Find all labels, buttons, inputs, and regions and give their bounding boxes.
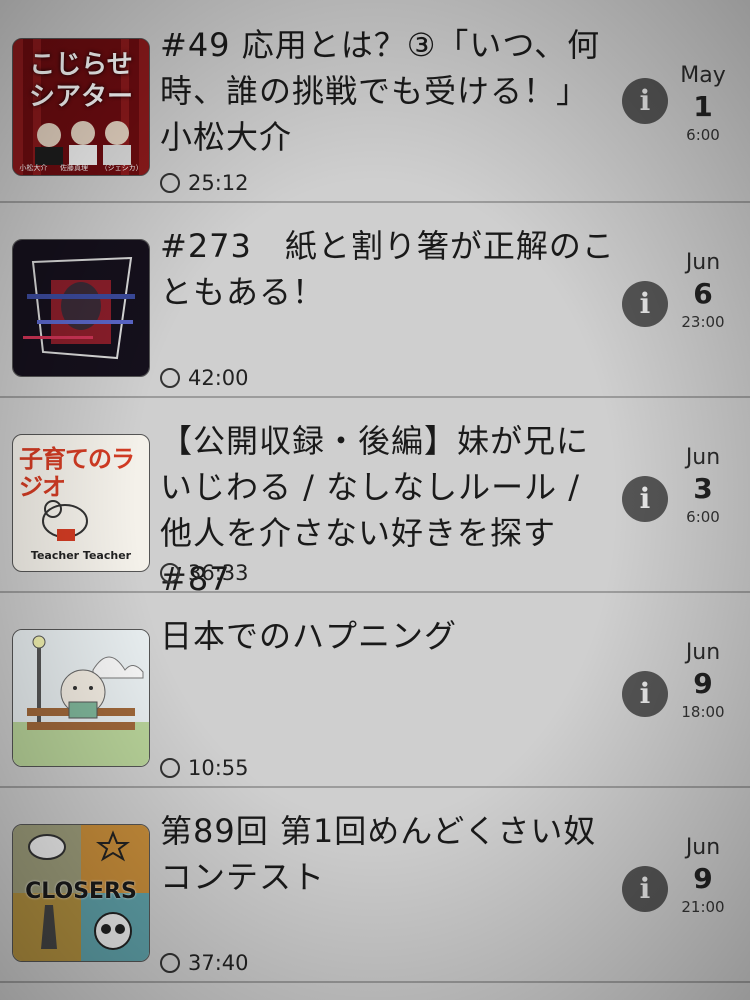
artwork-credits: 小松大介 佐藤真理 （ジェシカ） bbox=[13, 163, 149, 173]
episode-title[interactable]: #273 紙と割り箸が正解のこともある！ bbox=[160, 223, 615, 315]
episode-date: Jun 6 23:00 bbox=[670, 249, 736, 333]
episode-title[interactable]: 日本でのハプニング bbox=[160, 613, 615, 659]
artwork-title-line1: こじらせ bbox=[29, 50, 133, 80]
date-month: Jun bbox=[685, 250, 721, 275]
date-time: 6:00 bbox=[686, 126, 720, 144]
play-progress-icon bbox=[160, 563, 180, 583]
date-time: 23:00 bbox=[681, 313, 725, 331]
episode-row[interactable]: 子育てのラジオ Teacher Teacher 【公開収録・後編】妹が兄にいじわ… bbox=[0, 398, 750, 598]
play-progress-icon bbox=[160, 173, 180, 193]
info-icon[interactable]: i bbox=[622, 476, 668, 522]
date-day: 3 bbox=[693, 472, 713, 505]
episode-duration: 42:00 bbox=[160, 366, 249, 390]
date-day: 9 bbox=[693, 862, 713, 895]
dark-glitch-podcast-artwork bbox=[12, 239, 150, 377]
date-time: 6:00 bbox=[686, 508, 720, 526]
date-time: 18:00 bbox=[681, 703, 725, 721]
info-icon[interactable]: i bbox=[622, 281, 668, 327]
date-day: 9 bbox=[693, 667, 713, 700]
artwork-credit: 佐藤真理 bbox=[59, 164, 88, 172]
episode-duration: 10:55 bbox=[160, 756, 249, 780]
info-icon[interactable]: i bbox=[622, 78, 668, 124]
episode-row[interactable]: #273 紙と割り箸が正解のこともある！ 42:00 i Jun 6 23:00 bbox=[0, 203, 750, 398]
artwork-title-line2: シアター bbox=[28, 82, 133, 112]
duration-text: 10:55 bbox=[188, 756, 249, 780]
episode-duration: 37:40 bbox=[160, 951, 249, 975]
date-day: 6 bbox=[693, 277, 713, 310]
kosodate-radio-artwork: 子育てのラジオ Teacher Teacher bbox=[12, 434, 150, 572]
artwork-image bbox=[13, 240, 149, 376]
duration-text: 25:12 bbox=[188, 171, 249, 195]
episode-date: Jun 9 18:00 bbox=[670, 639, 736, 723]
episode-title[interactable]: #49 応用とは？③「いつ、何時、誰の挑戦でも受ける！」小松大介 bbox=[160, 22, 615, 160]
artwork-title: CLOSERS bbox=[25, 879, 137, 904]
episode-date: May 1 6:00 bbox=[670, 62, 736, 146]
kojirase-theater-artwork: こじらせ シアター 小松大介 佐藤真理 （ジェシカ） bbox=[12, 38, 150, 176]
episode-row[interactable]: こじらせ シアター 小松大介 佐藤真理 （ジェシカ） #49 応用とは？③「いつ… bbox=[0, 0, 750, 203]
cat-reading-bench-artwork bbox=[12, 629, 150, 767]
date-month: Jun bbox=[685, 445, 721, 470]
duration-text: 37:40 bbox=[188, 951, 249, 975]
date-day: 1 bbox=[693, 90, 713, 123]
date-month: Jun bbox=[685, 640, 721, 665]
duration-text: 42:00 bbox=[188, 366, 249, 390]
date-time: 21:00 bbox=[681, 898, 725, 916]
artwork-credit: （ジェシカ） bbox=[100, 164, 143, 172]
episode-row[interactable]: 日本でのハプニング 10:55 i Jun 9 18:00 bbox=[0, 593, 750, 788]
info-icon[interactable]: i bbox=[622, 866, 668, 912]
info-icon[interactable]: i bbox=[622, 671, 668, 717]
duration-text: 36:33 bbox=[188, 561, 249, 585]
episode-title[interactable]: 第89回 第1回めんどくさい奴コンテスト bbox=[160, 808, 615, 900]
date-month: May bbox=[680, 63, 726, 88]
artwork-footer: Teacher Teacher bbox=[30, 549, 132, 562]
closers-artwork: CLOSERS bbox=[12, 824, 150, 962]
episode-list: こじらせ シアター 小松大介 佐藤真理 （ジェシカ） #49 応用とは？③「いつ… bbox=[0, 0, 750, 983]
episode-duration: 36:33 bbox=[160, 561, 249, 585]
play-progress-icon bbox=[160, 758, 180, 778]
date-month: Jun bbox=[685, 835, 721, 860]
episode-row[interactable]: CLOSERS 第89回 第1回めんどくさい奴コンテスト 37:40 i Jun… bbox=[0, 788, 750, 983]
artwork-credit: 小松大介 bbox=[19, 164, 48, 172]
play-progress-icon bbox=[160, 953, 180, 973]
episode-date: Jun 9 21:00 bbox=[670, 834, 736, 918]
episode-duration: 25:12 bbox=[160, 171, 249, 195]
episode-date: Jun 3 6:00 bbox=[670, 444, 736, 528]
artwork-image bbox=[13, 630, 149, 766]
play-progress-icon bbox=[160, 368, 180, 388]
artwork-title: こじらせ シアター bbox=[19, 49, 143, 113]
